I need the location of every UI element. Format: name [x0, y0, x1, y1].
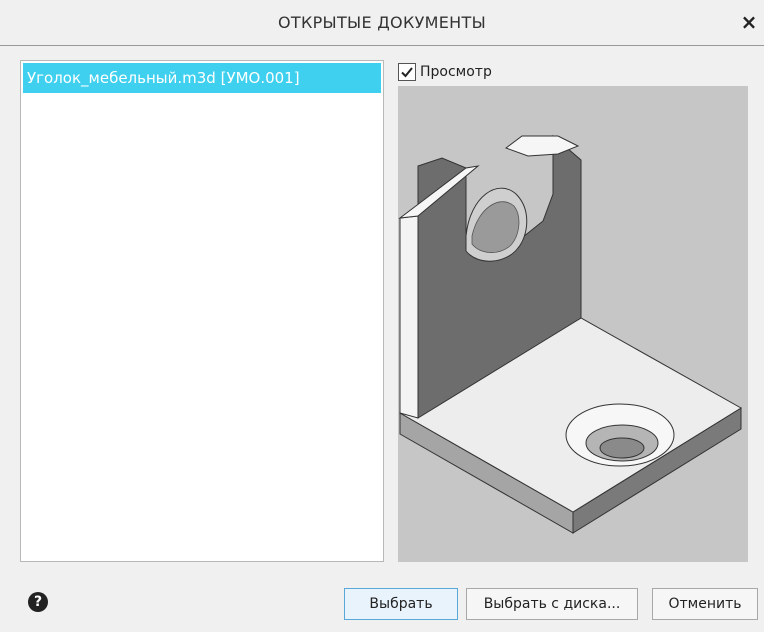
select-button[interactable]: Выбрать	[344, 588, 458, 620]
list-item[interactable]: Уголок_мебельный.m3d [УМО.001]	[23, 63, 381, 93]
cancel-button[interactable]: Отменить	[652, 588, 758, 620]
dialog-title: ОТКРЫТЫЕ ДОКУМЕНТЫ	[277, 13, 487, 32]
bracket-model-image	[398, 134, 742, 534]
help-icon[interactable]: ?	[28, 592, 48, 612]
checkmark-icon	[401, 67, 413, 78]
preview-checkbox[interactable]	[398, 63, 416, 81]
documents-list[interactable]: Уголок_мебельный.m3d [УМО.001]	[20, 60, 384, 562]
preview-checkbox-label: Просмотр	[420, 64, 492, 80]
close-icon[interactable]: ×	[738, 10, 760, 34]
model-preview	[398, 86, 748, 562]
preview-toggle[interactable]: Просмотр	[398, 61, 492, 83]
dialog-titlebar: ОТКРЫТЫЕ ДОКУМЕНТЫ ×	[0, 0, 764, 46]
select-from-disk-button[interactable]: Выбрать с диска...	[466, 588, 638, 620]
